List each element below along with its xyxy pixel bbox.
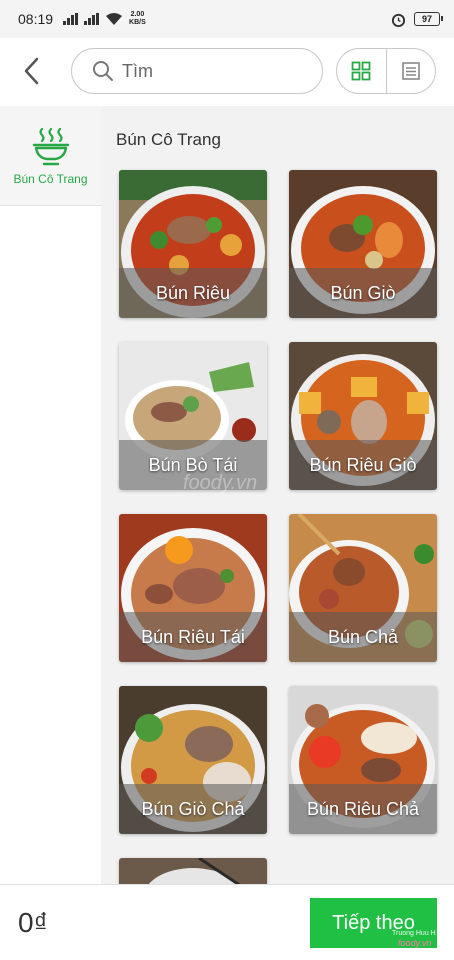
menu-content: Bún Cô Trang Bún Riêu Bún Giò Bún Bò Tái… xyxy=(101,106,454,884)
signal-icon xyxy=(63,13,79,25)
status-time: 08:19 xyxy=(18,11,54,27)
dish-card[interactable]: Bún Giò xyxy=(289,170,437,318)
category-sidebar: Bún Cô Trang xyxy=(0,106,101,884)
battery-icon: 97 xyxy=(414,12,443,26)
noodle-bowl-icon xyxy=(32,127,69,165)
sidebar-item-label: Bún Cô Trang xyxy=(13,171,88,186)
grid-view-icon xyxy=(351,61,371,81)
dish-card[interactable]: Bún Riêu xyxy=(119,170,267,318)
search-input[interactable] xyxy=(122,60,302,82)
sidebar-item-bun-co-trang[interactable]: Bún Cô Trang xyxy=(0,106,101,206)
dish-card-partial[interactable] xyxy=(119,858,267,884)
grid-view-button[interactable] xyxy=(337,49,386,93)
watermark: foody.vn xyxy=(398,938,432,948)
bottom-bar: 0₫ Tiếp theo xyxy=(0,884,454,960)
watermark: foody.vn xyxy=(183,472,258,494)
dish-card[interactable]: Bún Chả xyxy=(289,514,437,662)
view-toggle xyxy=(336,48,436,94)
section-title: Bún Cô Trang xyxy=(116,130,221,149)
back-button[interactable] xyxy=(14,53,50,89)
net-speed: 2.00 KB/S xyxy=(129,11,146,26)
signal-icon xyxy=(84,13,100,25)
search-box[interactable] xyxy=(71,48,323,94)
search-icon xyxy=(93,61,113,81)
dish-card[interactable]: Bún Giò Chả xyxy=(119,686,267,834)
list-view-button[interactable] xyxy=(385,49,436,93)
back-icon xyxy=(24,57,39,85)
wifi-icon xyxy=(106,13,123,25)
dish-name: Bún Riêu Chả xyxy=(289,784,437,834)
watermark: Truong Huu H xyxy=(392,930,436,937)
dish-name: Bún Riêu Giò xyxy=(289,440,437,490)
list-view-icon xyxy=(401,62,420,80)
status-bar: 08:19 2.00 KB/S 97 xyxy=(0,0,454,38)
dish-card[interactable]: Bún Riêu Chả xyxy=(289,686,437,834)
alarm-icon xyxy=(391,13,406,27)
dish-card[interactable]: Bún Riêu Giò xyxy=(289,342,437,490)
dish-name: Bún Riêu Tái xyxy=(119,612,267,662)
dish-name: Bún Chả xyxy=(289,612,437,662)
header xyxy=(0,38,454,106)
dish-name: Bún Riêu xyxy=(119,268,267,318)
dish-card[interactable]: Bún Bò Tái xyxy=(119,342,267,490)
dish-name: Bún Giò xyxy=(289,268,437,318)
order-total: 0₫ xyxy=(18,907,48,938)
dish-photo xyxy=(119,858,267,884)
dish-name: Bún Giò Chả xyxy=(119,784,267,834)
dish-card[interactable]: Bún Riêu Tái xyxy=(119,514,267,662)
